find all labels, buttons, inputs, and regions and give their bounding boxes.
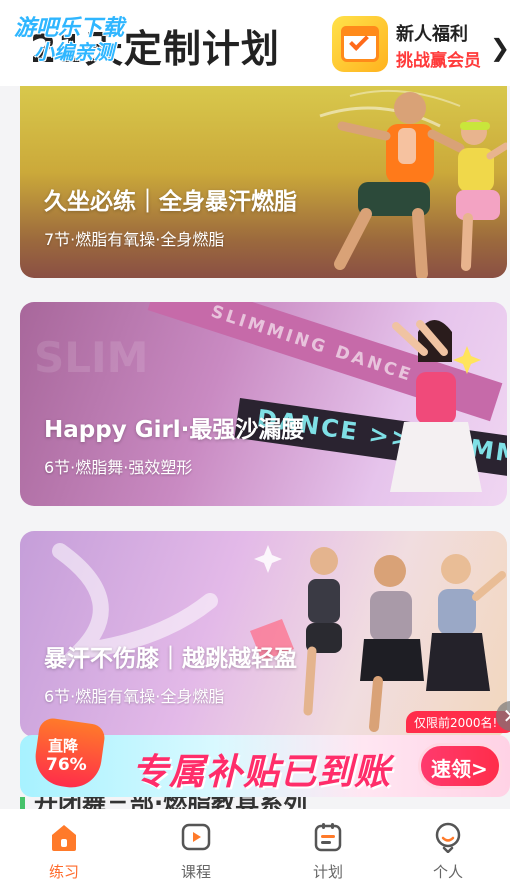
tab-label: 个人 xyxy=(432,863,463,881)
plan-list-icon xyxy=(314,823,342,852)
next-section-title: 开闭舞三部·燃脂教具系列 xyxy=(34,797,307,809)
plan-card-3[interactable]: 暴汗不伤膝｜越跳越轻盈 6节·燃脂有氧操·全身燃脂 xyxy=(20,531,507,737)
promo-title: 新人福利 xyxy=(396,24,468,45)
play-icon xyxy=(181,823,211,851)
discount-badge-label: 直降 xyxy=(48,737,79,755)
discount-badge: 直降 76% xyxy=(31,716,107,797)
limited-tag: 仅限前2000名! xyxy=(406,711,510,733)
plan-card-2[interactable]: SLIMMING DANCE >> DANCE >> SLIMMIN SLIM … xyxy=(20,302,507,506)
tab-profile[interactable]: 个人 xyxy=(384,809,510,884)
screen: 21天定制计划 游吧乐下载 小编亲测 新人福利 挑战赢会员 ❯ 久坐必练｜全身暴… xyxy=(0,0,510,884)
banner-text: 专属补贴已到账 xyxy=(132,752,392,793)
section-accent-bar xyxy=(20,797,25,809)
profile-icon xyxy=(435,822,461,853)
svg-text:SLIM: SLIM xyxy=(34,333,148,382)
claim-button[interactable]: 速领> xyxy=(418,743,502,789)
tab-label: 计划 xyxy=(312,863,343,881)
promo-subtitle: 挑战赢会员 xyxy=(396,51,481,71)
claim-button-label: 速领> xyxy=(431,757,488,781)
home-icon xyxy=(52,825,76,851)
tab-practice[interactable]: 练习 xyxy=(0,809,128,884)
subsidy-banner[interactable]: 直降 76% 专属补贴已到账 速领> 仅限前2000名! ✕ xyxy=(20,701,510,797)
next-section-heading: 开闭舞三部·燃脂教具系列 xyxy=(20,797,490,809)
limited-tag-text: 仅限前2000名! xyxy=(414,716,498,730)
header: 21天定制计划 游吧乐下载 小编亲测 新人福利 挑战赢会员 ❯ xyxy=(0,0,510,86)
tab-courses[interactable]: 课程 xyxy=(132,809,260,884)
watermark-line2: 小编亲测 xyxy=(34,40,114,64)
tab-label: 课程 xyxy=(180,863,211,881)
tab-plan[interactable]: 计划 xyxy=(264,809,392,884)
chevron-right-icon: ❯ xyxy=(490,34,510,62)
bottom-tab-bar: 练习 课程 计划 个人 xyxy=(0,809,510,884)
card-title: 暴汗不伤膝｜越跳越轻盈 xyxy=(44,646,297,672)
plan-card-1[interactable]: 久坐必练｜全身暴汗燃脂 7节·燃脂有氧操·全身燃脂 xyxy=(20,86,507,278)
watermark: 游吧乐下载 小编亲测 xyxy=(14,10,154,64)
calendar-check-icon xyxy=(332,16,388,72)
card-title: Happy Girl·最强沙漏腰 xyxy=(44,417,305,443)
newcomer-promo[interactable]: 新人福利 挑战赢会员 ❯ xyxy=(330,16,510,74)
tab-label: 练习 xyxy=(48,863,79,881)
discount-badge-value: 76% xyxy=(46,755,87,775)
card-subtitle: 7节·燃脂有氧操·全身燃脂 xyxy=(44,230,225,249)
card-subtitle: 6节·燃脂舞·强效塑形 xyxy=(44,458,193,477)
card-title: 久坐必练｜全身暴汗燃脂 xyxy=(44,189,297,215)
card-subtitle: 6节·燃脂有氧操·全身燃脂 xyxy=(44,687,225,706)
